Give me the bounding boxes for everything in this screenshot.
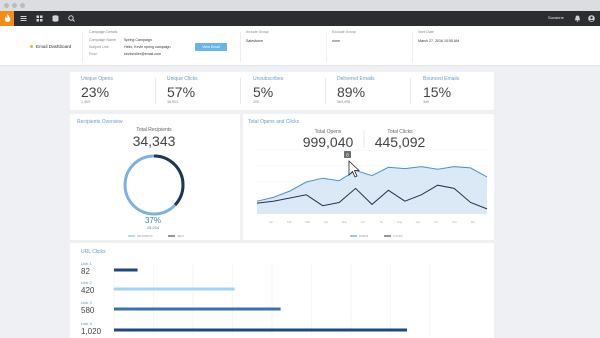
stat-sub: 383,998	[337, 100, 350, 104]
window-close-dot[interactable]	[4, 3, 9, 8]
stats-row: Unique Opens 23% 1,409 Unique Clicks 57%…	[70, 72, 494, 110]
header-divider	[240, 32, 241, 62]
window-minimize-dot[interactable]	[12, 3, 17, 8]
header-divider	[326, 32, 327, 62]
total-clicks-value: 445,092	[375, 134, 426, 150]
url-link-value: 580	[81, 306, 95, 315]
view-email-button[interactable]: View Email	[195, 43, 227, 51]
url-link-value: 1,020	[81, 327, 102, 336]
legend-opens: OPENS	[359, 234, 368, 238]
subject-line-value: Hello, Kevin spring campaign	[124, 45, 171, 49]
stat-label: Unsubscribes	[253, 76, 284, 82]
stat-label: Bounced Emails	[423, 76, 460, 82]
stat-value: 57%	[167, 84, 196, 100]
stat-unique-opens: Unique Opens 23% 1,409	[70, 72, 155, 110]
stat-label: Unique Opens	[81, 76, 113, 82]
user-name[interactable]: Suzanne	[548, 15, 564, 20]
stat-value: 23%	[81, 84, 110, 100]
header-divider	[412, 32, 413, 62]
x-tick-label: Nov	[452, 220, 457, 224]
url-link-label: Link 3	[81, 300, 92, 305]
include-group-label: Include Group	[246, 30, 269, 34]
legend-sent: SENT	[177, 234, 184, 238]
grid-icon[interactable]	[36, 15, 43, 22]
sent-date-label: Sent Date	[418, 30, 434, 34]
from-value: kevinmiller@email.com	[124, 52, 161, 56]
exclude-group-label: Exclude Group	[332, 30, 356, 34]
x-tick-label: May	[342, 220, 348, 224]
subject-line-label: Subject Line	[89, 45, 109, 49]
stat-sub: 1,409	[81, 100, 90, 104]
recipients-overview-panel: Recipients Overview Total Recipients 34,…	[70, 114, 240, 240]
window-titlebar	[0, 0, 600, 11]
x-tick-label: Jul	[380, 220, 384, 224]
legend-clicks: CLICKS	[393, 234, 403, 238]
url-clicks-bar-chart: Link 182 Link 2420 Link 3580 Link 41,020	[81, 261, 431, 336]
total-recipients-value: 34,343	[133, 133, 176, 149]
stat-value: 15%	[423, 84, 452, 100]
menu-icon[interactable]	[20, 15, 27, 22]
url-click-bar	[114, 307, 281, 311]
x-axis-ticks: Jan Feb Mar Apr May Jun Jul Aug Sep Oct Nov Dec	[269, 220, 476, 224]
stat-value: 5%	[253, 84, 274, 100]
exclude-group-value: none	[332, 39, 340, 43]
x-tick-label: Mar	[305, 220, 310, 224]
stat-sub: 38,903	[167, 100, 178, 104]
url-click-bar	[114, 268, 138, 272]
campaign-header: Email Dashboard Campaign Details Campaig…	[0, 26, 600, 66]
stat-label: Unique Clicks	[167, 76, 198, 82]
campaign-details-label: Campaign Details	[89, 30, 118, 34]
include-group-value: Salesforce	[246, 39, 263, 43]
database-icon[interactable]	[52, 15, 59, 22]
url-chart-grid	[113, 263, 431, 335]
stat-bounced-emails: Bounced Emails 15% 349	[410, 72, 494, 110]
opens-clicks-panel: Total Opens and Clicks Total Opens 999,0…	[243, 114, 494, 240]
stat-delivered-emails: Delivered Emails 89% 383,998	[325, 72, 410, 110]
legend-recipients: RECIPIENTS	[137, 234, 153, 238]
stat-sub: 200	[253, 100, 259, 104]
url-link-label: Link 4	[81, 321, 92, 326]
campaign-name-label: Campaign Name	[89, 38, 116, 42]
opens-clicks-area-chart: Total Opens 999,040 Total Clicks 445,092…	[256, 129, 488, 238]
x-tick-label: Oct	[434, 220, 438, 224]
x-tick-label: Apr	[324, 220, 328, 224]
stat-unique-clicks: Unique Clicks 57% 38,903	[155, 72, 240, 110]
stat-label: Delivered Emails	[337, 76, 375, 82]
top-nav-bar: Suzanne	[0, 11, 600, 26]
x-tick-label: Dec	[471, 220, 476, 224]
url-link-label: Link 1	[81, 261, 92, 266]
page-title: Email Dashboard	[30, 44, 71, 49]
url-link-label: Link 2	[81, 280, 92, 285]
stat-value: 89%	[337, 84, 366, 100]
url-click-bar	[114, 328, 408, 332]
stat-unsubscribes: Unsubscribes 5% 200	[240, 72, 325, 110]
dashboard-title-text: Email Dashboard	[36, 44, 72, 49]
status-dot-icon	[30, 45, 33, 48]
total-opens-value: 999,040	[303, 134, 354, 150]
recipients-sub: 15,204	[147, 225, 160, 230]
url-clicks-panel: URL Clicks Link 1 82 Link 2 420 Link 3 580 Lin…	[70, 243, 494, 338]
search-icon[interactable]	[68, 15, 75, 22]
x-tick-label: Jan	[269, 220, 274, 224]
recipients-donut-chart: Total Recipients 34,343 37% 15,204 RECIP…	[123, 127, 185, 238]
x-tick-label: Sep	[416, 220, 421, 224]
campaign-name-value: Spring Campaign	[124, 38, 152, 42]
x-tick-label: Aug	[397, 220, 402, 224]
x-tick-label: Jun	[361, 220, 366, 224]
url-click-bar	[114, 287, 235, 291]
window-maximize-dot[interactable]	[20, 3, 25, 8]
avatar[interactable]	[588, 15, 595, 22]
stat-sub: 349	[423, 100, 429, 104]
bell-icon[interactable]	[574, 15, 581, 22]
recipients-percent: 37%	[145, 216, 161, 225]
header-divider	[82, 32, 83, 62]
from-label: From	[89, 52, 98, 56]
flame-logo-icon[interactable]	[0, 11, 14, 26]
url-rows: Link 182 Link 2420 Link 3580 Link 41,020	[81, 261, 408, 336]
sent-date-value: March 27, 2016 10:55 AM	[418, 39, 460, 43]
url-link-value: 82	[81, 267, 90, 276]
url-link-value: 420	[81, 286, 95, 295]
x-tick-label: Feb	[287, 220, 292, 224]
